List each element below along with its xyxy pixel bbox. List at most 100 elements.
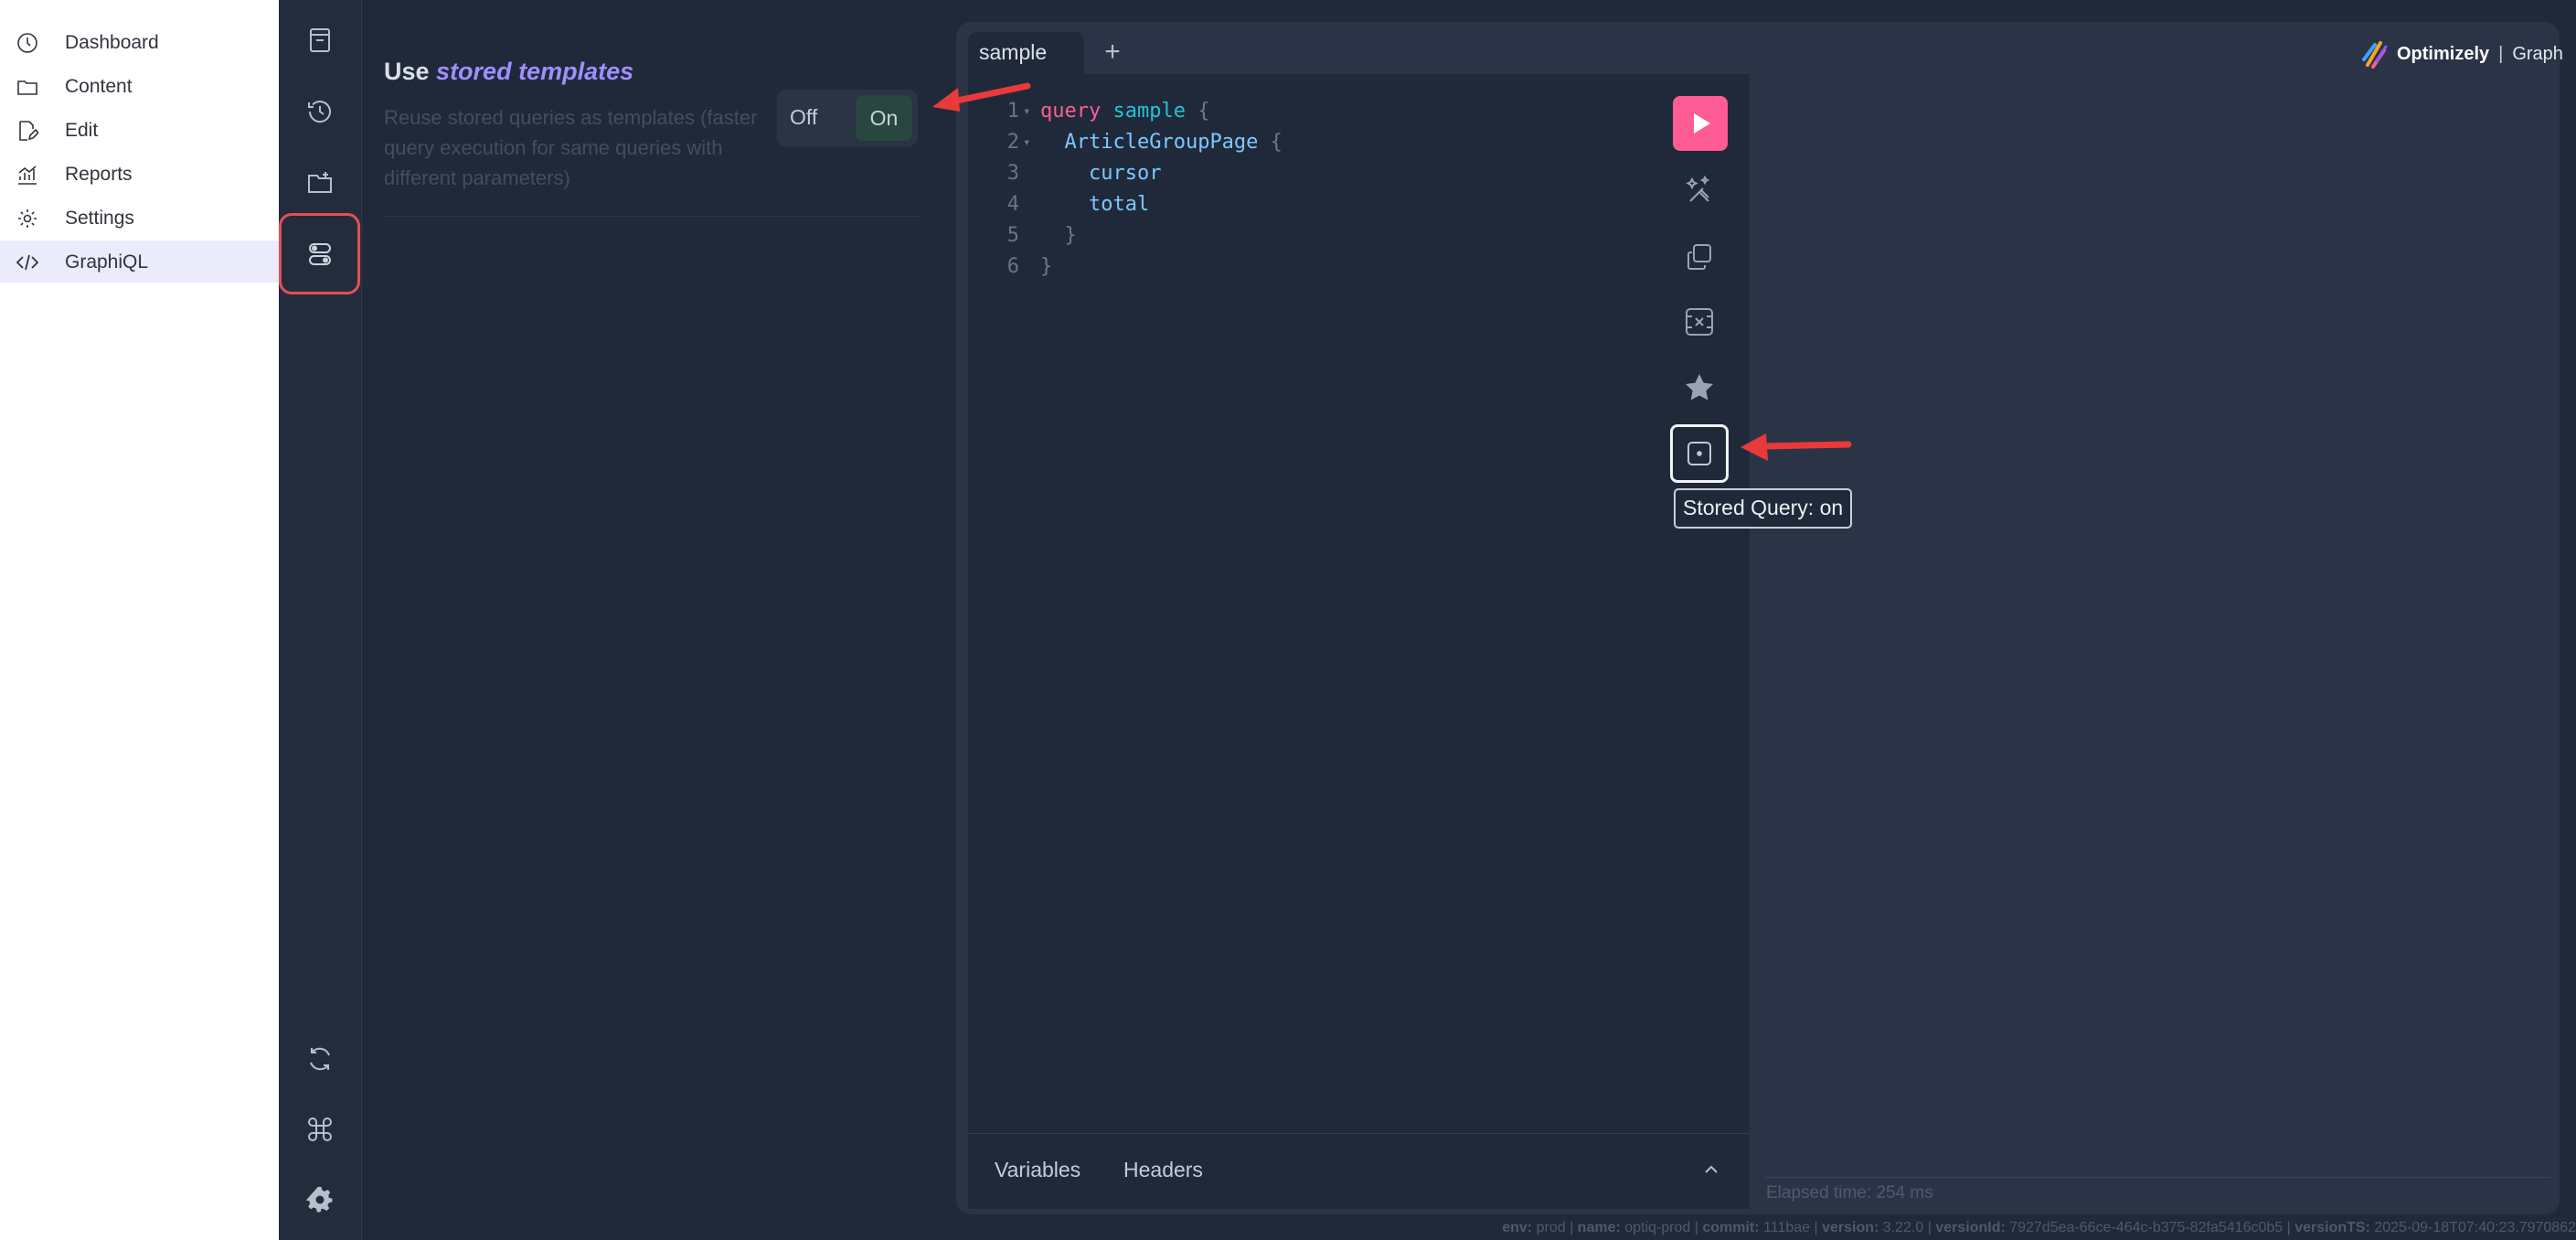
run-query-button[interactable] (1673, 96, 1728, 151)
variables-tab[interactable]: Variables (995, 1158, 1080, 1182)
annotation-arrow-toggle (932, 82, 1031, 112)
prettify-button[interactable] (1672, 163, 1727, 218)
stored-query-tooltip: Stored Query: on (1674, 488, 1853, 529)
setting-title-prefix: Use (384, 58, 437, 85)
footer-label: env: (1502, 1220, 1533, 1235)
editor-tools-bar: Variables Headers (968, 1133, 1750, 1209)
nav-label: Dashboard (65, 32, 159, 53)
chart-icon (18, 166, 37, 185)
refetch-schema-button[interactable] (298, 1037, 342, 1081)
nav-item-edit[interactable]: Edit (0, 109, 279, 151)
nav-item-settings[interactable]: Settings (0, 197, 279, 239)
collections-button[interactable] (298, 161, 342, 205)
toggle-off-option[interactable]: Off (790, 105, 817, 130)
footer-label: commit: (1702, 1220, 1760, 1235)
copy-icon (1687, 244, 1711, 270)
code-line[interactable]: 2 ▾ ArticleGroupPage { (968, 127, 1699, 158)
copy-query-button[interactable] (1672, 229, 1727, 283)
stored-query-button[interactable] (1670, 424, 1729, 483)
tab-sample[interactable]: sample (968, 32, 1084, 74)
setting-title-emphasis: stored templates (436, 58, 634, 85)
nav-item-graphiql[interactable]: GraphiQL (0, 241, 279, 283)
shortcuts-button[interactable] (298, 1107, 342, 1151)
prettify-icon (1686, 175, 1710, 202)
footer-label: name: (1577, 1220, 1621, 1235)
sidebar-highlight-frame (279, 213, 360, 294)
settings-button[interactable] (298, 1178, 342, 1222)
stored-query-icon (1687, 442, 1711, 465)
gear-icon (305, 1186, 333, 1213)
code-line[interactable]: 4 total (968, 189, 1699, 220)
footer-value: optiq-prod (1624, 1220, 1691, 1235)
chevron-up-icon[interactable] (1701, 1160, 1721, 1180)
code-line[interactable]: 1 ▾ query sample { (968, 96, 1699, 127)
setting-title: Use stored templates (384, 58, 633, 86)
code-token: query (1040, 100, 1102, 123)
merge-icon (1686, 308, 1713, 336)
headers-tab[interactable]: Headers (1123, 1158, 1203, 1182)
code-content: query sample { (1040, 96, 1209, 127)
code-line[interactable]: 5 } (968, 220, 1699, 251)
folder-icon (17, 80, 37, 95)
query-editor[interactable]: 1 ▾ query sample {2 ▾ ArticleGroupPage {3 c… (968, 74, 1750, 1133)
code-token: { (1270, 131, 1283, 154)
gear-icon (18, 209, 37, 228)
nav-label: GraphiQL (65, 251, 149, 273)
annotation-arrow-stored-query (1740, 433, 1852, 461)
footer-label: versionId: (1935, 1220, 2006, 1235)
tab-label: sample (979, 40, 1048, 64)
line-number: 3 (1006, 162, 1019, 185)
build-info-footer: env: prod | name: optiq-prod | commit: 1… (1502, 1220, 2576, 1235)
nav-item-content[interactable]: Content (0, 65, 279, 107)
collections-icon (308, 172, 332, 193)
stored-templates-toggle: Off On (777, 90, 918, 146)
line-number: 4 (1006, 193, 1019, 216)
code-line[interactable]: 6} (968, 251, 1699, 283)
code-token: ArticleGroupPage (1064, 131, 1259, 154)
docs-button[interactable] (298, 18, 342, 62)
nav-label: Reports (65, 164, 133, 185)
code-token: } (1064, 224, 1077, 247)
code-token: cursor (1088, 162, 1162, 185)
favorite-button[interactable] (1672, 360, 1727, 415)
fold-toggle-icon[interactable]: ▾ (1023, 127, 1030, 158)
play-icon (1694, 113, 1710, 134)
footer-value: 111bae (1763, 1220, 1811, 1235)
optimizely-logo-icon (2362, 41, 2388, 69)
code-content: total (1040, 189, 1149, 220)
settings-divider (384, 216, 921, 217)
footer-value: 3.22.0 (1882, 1220, 1924, 1235)
merge-fragments-button[interactable] (1672, 294, 1727, 349)
code-token: sample (1112, 100, 1186, 123)
history-button[interactable] (298, 90, 342, 134)
line-number: 5 (1006, 224, 1019, 247)
setting-description: Reuse stored queries as templates (faste… (384, 106, 758, 189)
refresh-icon (310, 1047, 330, 1071)
code-token: } (1040, 255, 1053, 278)
code-token: total (1088, 193, 1150, 216)
docs-icon (310, 28, 330, 52)
brand-name: Optimizely (2397, 43, 2490, 64)
code-icon (16, 254, 38, 271)
footer-label: versionTS: (2294, 1220, 2370, 1235)
toggle-on-option[interactable]: On (856, 95, 912, 141)
nav-item-dashboard[interactable]: Dashboard (0, 21, 279, 63)
code-line[interactable]: 3 cursor (968, 158, 1699, 189)
brand-separator: | (2498, 43, 2504, 64)
history-icon (308, 101, 331, 123)
line-number: 2 (1006, 131, 1019, 154)
footer-label: version: (1822, 1220, 1879, 1235)
star-icon (1686, 374, 1713, 401)
code-content: ArticleGroupPage { (1040, 127, 1283, 158)
add-tab-button[interactable]: + (1099, 37, 1126, 68)
graphiql-sidebar (279, 0, 362, 1240)
brand-logo: Optimizely | Graph (2362, 37, 2563, 70)
brand-product: Graph (2512, 43, 2563, 64)
elapsed-time: Elapsed time: 254 ms (1766, 1183, 1933, 1203)
nav-item-reports[interactable]: Reports (0, 153, 279, 195)
dashboard-icon (17, 33, 37, 53)
